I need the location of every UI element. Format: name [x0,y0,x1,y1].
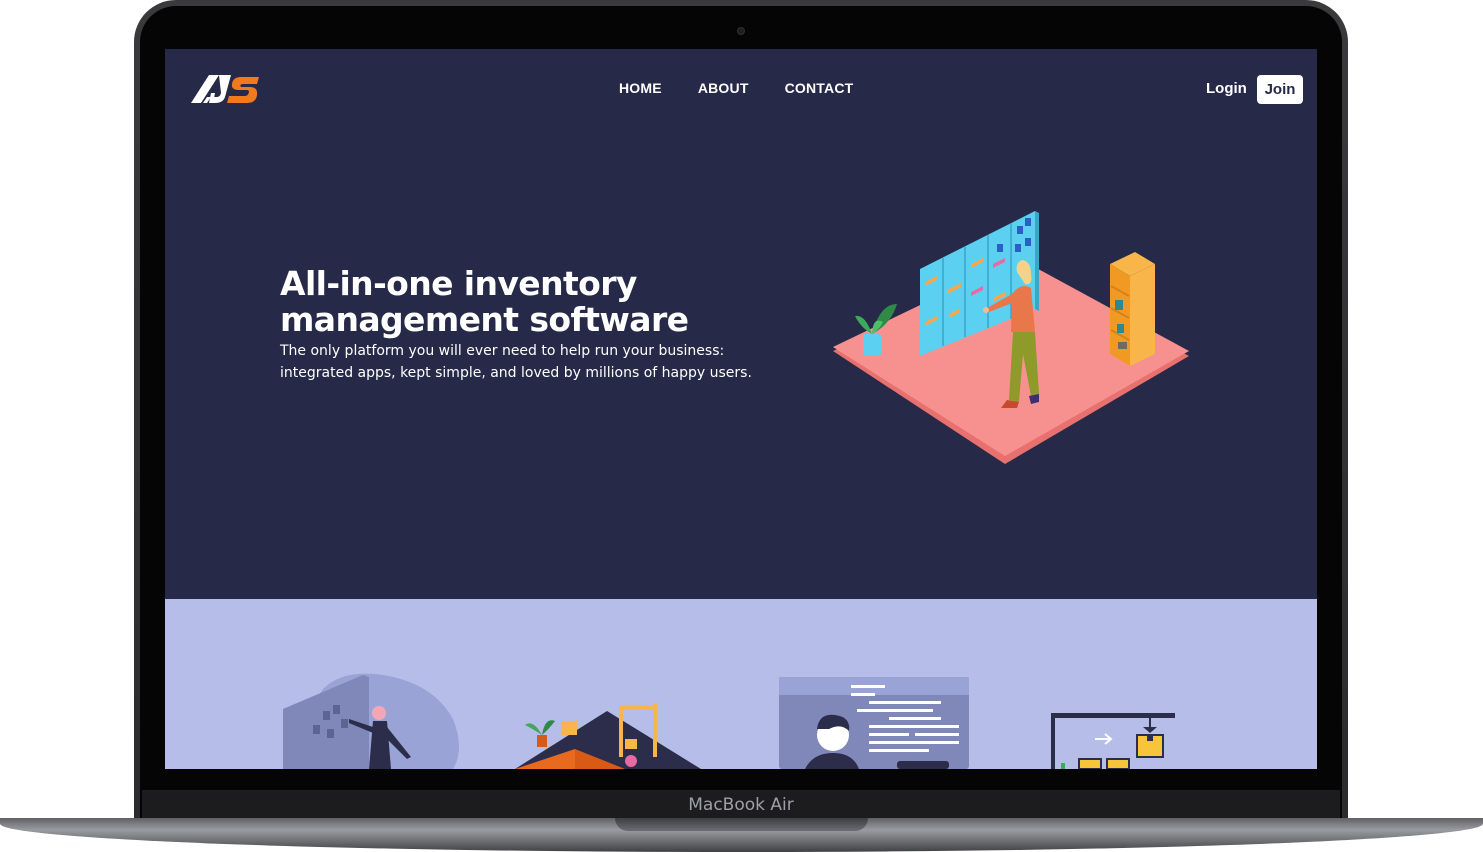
site-navbar: HOME ABOUT CONTACT Login Join [165,49,1317,129]
main-menu: HOME ABOUT CONTACT [619,80,853,96]
features-section [165,599,1317,769]
login-link[interactable]: Login [1206,80,1247,97]
analytics-wall-illustration [283,669,463,769]
hero-title: All-in-one inventory management software [280,264,689,339]
join-button[interactable]: Join [1257,75,1303,104]
device-label: MacBook Air [688,795,794,815]
browser-viewport: HOME ABOUT CONTACT Login Join All-in-one… [165,49,1317,769]
webcam-icon [737,27,745,35]
nav-home-link[interactable]: HOME [619,80,662,96]
warehouse-illustration [515,699,705,769]
hero-subtitle: The only platform you will ever need to … [280,343,752,381]
inventory-board-illustration [825,204,1195,469]
logo-icon[interactable] [189,71,261,107]
nav-contact-link[interactable]: CONTACT [785,80,854,96]
laptop-chin: MacBook Air [142,790,1340,820]
laptop-opening-notch [615,818,868,831]
nav-about-link[interactable]: ABOUT [698,80,749,96]
crane-boxes-illustration [1049,711,1179,769]
developer-screen-illustration [765,669,975,769]
